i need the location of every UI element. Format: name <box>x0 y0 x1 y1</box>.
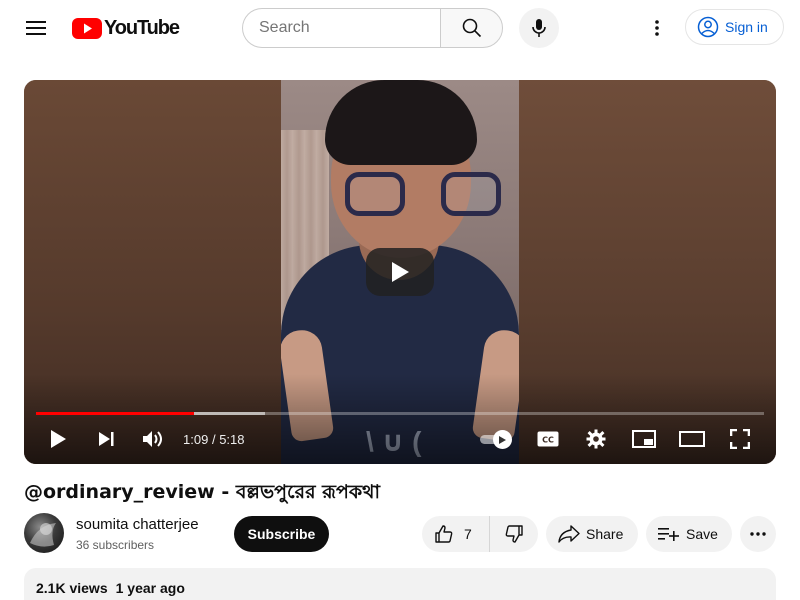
skip-next-icon <box>99 432 114 446</box>
play-icon <box>392 262 409 282</box>
time-separator: / <box>211 432 216 447</box>
save-button[interactable]: Save <box>646 516 732 552</box>
account-circle-icon <box>697 16 719 38</box>
progress-played <box>36 412 194 415</box>
dislike-button[interactable] <box>490 516 538 552</box>
gear-icon <box>586 429 606 449</box>
autoplay-knob <box>493 430 512 449</box>
share-button[interactable]: Share <box>546 516 638 552</box>
logo-text: YouTube <box>104 16 180 39</box>
share-label: Share <box>586 526 624 542</box>
video-player[interactable]: \ ∪ ( 1:09 / 5:18 CC <box>24 80 776 464</box>
play-button[interactable] <box>40 425 76 453</box>
mute-button[interactable] <box>135 425 171 453</box>
share-arrow-icon <box>558 525 580 543</box>
hamburger-menu-icon[interactable] <box>16 8 56 48</box>
glasses-left-lens <box>345 172 405 216</box>
subscriber-count: 36 subscribers <box>76 538 155 552</box>
description-box[interactable]: 2.1K views 1 year ago <box>24 568 776 600</box>
search-button[interactable] <box>440 8 503 48</box>
playlist-add-icon <box>658 528 679 541</box>
save-label: Save <box>686 526 718 542</box>
miniplayer-icon <box>632 430 656 448</box>
avatar-image <box>30 523 56 547</box>
like-button[interactable]: 7 <box>422 516 490 552</box>
fullscreen-icon <box>730 429 750 449</box>
search-input[interactable] <box>242 8 440 48</box>
like-dislike-group: 7 <box>422 516 538 552</box>
top-bar: YouTube Sign in <box>0 0 800 56</box>
theater-mode-button[interactable] <box>674 425 710 453</box>
progress-bar[interactable] <box>36 412 764 415</box>
current-time: 1:09 <box>183 432 209 447</box>
like-count: 7 <box>464 526 472 542</box>
subtitles-button[interactable]: CC <box>530 425 566 453</box>
thumbs-up-icon <box>435 525 453 543</box>
miniplayer-button[interactable] <box>626 425 662 453</box>
subscribe-button[interactable]: Subscribe <box>234 516 329 552</box>
upload-age: 1 year ago <box>115 580 185 596</box>
voice-search-button[interactable] <box>519 8 559 48</box>
channel-name[interactable]: soumita chatterjee <box>76 516 199 533</box>
autoplay-play-icon <box>499 435 506 444</box>
more-actions-button[interactable] <box>740 516 776 552</box>
microphone-icon <box>532 19 546 37</box>
sign-in-label: Sign in <box>725 19 768 35</box>
next-button[interactable] <box>88 425 124 453</box>
vertical-dots-icon <box>655 20 659 36</box>
search-bar <box>242 8 503 48</box>
svg-text:CC: CC <box>542 436 554 445</box>
large-play-button[interactable] <box>366 248 434 296</box>
fullscreen-button[interactable] <box>722 425 758 453</box>
search-icon <box>462 18 481 38</box>
volume-icon <box>143 431 162 447</box>
play-icon <box>51 430 66 448</box>
theater-mode-icon <box>679 431 705 447</box>
view-count: 2.1K views <box>36 580 108 596</box>
horizontal-dots-icon <box>750 532 766 536</box>
channel-avatar[interactable] <box>24 513 64 553</box>
time-display: 1:09 / 5:18 <box>183 432 245 447</box>
sign-in-button[interactable]: Sign in <box>685 9 784 45</box>
youtube-logo[interactable]: YouTube <box>72 16 180 40</box>
person-hair <box>325 80 477 165</box>
glasses-right-lens <box>441 172 501 216</box>
youtube-play-logo-icon <box>72 17 102 39</box>
closed-captions-icon: CC <box>537 431 559 447</box>
thumbs-down-icon <box>505 525 523 543</box>
video-title: @ordinary_review - বল্লভপুরের রূপকথা <box>24 481 380 503</box>
duration: 5:18 <box>219 432 245 447</box>
settings-more-button[interactable] <box>637 8 677 48</box>
autoplay-toggle[interactable] <box>480 430 514 449</box>
settings-button[interactable] <box>578 425 614 453</box>
